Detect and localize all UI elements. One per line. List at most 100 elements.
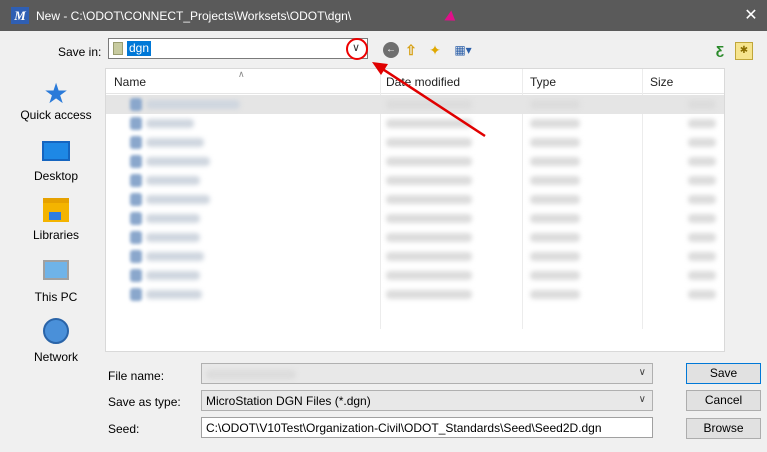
table-row[interactable]	[106, 247, 724, 266]
dgn-file-icon	[130, 231, 142, 244]
blurred-cell	[146, 214, 200, 223]
blurred-cell	[688, 252, 716, 261]
blurred-cell	[146, 252, 204, 261]
place-quick-access[interactable]: ★ Quick access	[8, 80, 104, 123]
blurred-cell	[386, 100, 472, 109]
save-button[interactable]: Save	[686, 363, 761, 384]
place-libraries[interactable]: Libraries	[8, 198, 104, 242]
new-folder-button[interactable]: ✦	[427, 42, 443, 58]
libraries-icon	[43, 198, 69, 222]
blurred-cell	[530, 290, 580, 299]
dgn-file-icon	[130, 117, 142, 130]
annotation-circle	[346, 38, 368, 60]
place-network[interactable]: Network	[8, 318, 104, 364]
table-row[interactable]	[106, 114, 724, 133]
blurred-cell	[146, 119, 194, 128]
up-folder-button[interactable]: ⇧	[403, 42, 419, 58]
place-label: Network	[33, 350, 78, 364]
table-row[interactable]	[106, 133, 724, 152]
this-pc-icon	[43, 260, 69, 280]
blurred-cell	[146, 176, 200, 185]
place-label: Libraries	[32, 228, 80, 242]
blurred-cell	[688, 176, 716, 185]
seed-label: Seed:	[108, 422, 140, 436]
blurred-cell	[146, 233, 200, 242]
blurred-cell	[688, 157, 716, 166]
blurred-cell	[386, 157, 472, 166]
file-name-input[interactable]: ∨	[201, 363, 653, 384]
mouse-cursor-icon	[444, 10, 459, 26]
table-row[interactable]	[106, 190, 724, 209]
column-header-size[interactable]: Size	[650, 75, 673, 89]
place-desktop[interactable]: Desktop	[8, 141, 104, 183]
dgn-file-icon	[130, 250, 142, 263]
column-header-date[interactable]: Date modified	[386, 75, 460, 89]
save-in-value: dgn	[127, 41, 152, 56]
dgn-file-icon	[130, 155, 142, 168]
sort-ascending-icon: ∧	[238, 69, 245, 79]
bentley-icon[interactable]: ƹ	[712, 42, 728, 58]
back-button[interactable]: ←	[383, 42, 399, 58]
blurred-cell	[530, 176, 580, 185]
place-label: Desktop	[33, 169, 79, 183]
close-button[interactable]: ✕	[741, 5, 761, 25]
dgn-file-icon	[130, 269, 142, 282]
blurred-cell	[146, 157, 210, 166]
dgn-file-icon	[130, 193, 142, 206]
blurred-cell	[688, 195, 716, 204]
blurred-cell	[386, 290, 472, 299]
blurred-cell	[688, 290, 716, 299]
blurred-cell	[530, 100, 580, 109]
column-header-type[interactable]: Type	[530, 75, 556, 89]
column-header-name[interactable]: Name	[114, 75, 146, 89]
blurred-cell	[146, 290, 202, 299]
blurred-cell	[386, 176, 472, 185]
blurred-cell	[530, 195, 580, 204]
blurred-cell	[386, 138, 472, 147]
cancel-button[interactable]: Cancel	[686, 390, 761, 411]
blurred-cell	[530, 271, 580, 280]
table-row[interactable]	[106, 228, 724, 247]
place-this-pc[interactable]: This PC	[8, 260, 104, 304]
blurred-cell	[688, 271, 716, 280]
dgn-file-icon	[130, 212, 142, 225]
blurred-cell	[146, 138, 204, 147]
table-row[interactable]	[106, 95, 724, 114]
blurred-cell	[530, 214, 580, 223]
chevron-down-icon[interactable]: ∨	[639, 394, 646, 405]
table-row[interactable]	[106, 171, 724, 190]
blurred-cell	[530, 252, 580, 261]
table-row[interactable]	[106, 266, 724, 285]
blurred-cell	[386, 214, 472, 223]
place-label: Quick access	[20, 108, 92, 122]
table-row[interactable]	[106, 285, 724, 304]
options-icon[interactable]: ✱	[735, 42, 753, 60]
blurred-cell	[386, 271, 472, 280]
file-list[interactable]: ∧ Name Date modified Type Size	[105, 68, 725, 352]
file-name-label: File name:	[108, 369, 165, 383]
microstation-app-icon: M	[11, 7, 29, 24]
save-as-type-label: Save as type:	[108, 395, 181, 409]
blurred-cell	[386, 233, 472, 242]
view-menu-button[interactable]: ▦▾	[451, 42, 475, 58]
place-label: This PC	[34, 290, 78, 304]
file-list-header: ∧ Name Date modified Type Size	[106, 69, 724, 329]
title-bar: M New - C:\ODOT\CONNECT_Projects\Workset…	[0, 0, 767, 31]
save-in-dropdown[interactable]: dgn ∨	[108, 38, 368, 59]
browse-button[interactable]: Browse	[686, 418, 761, 439]
blurred-cell	[146, 100, 240, 109]
blurred-cell	[688, 138, 716, 147]
blurred-cell	[386, 252, 472, 261]
table-row[interactable]	[106, 152, 724, 171]
seed-input[interactable]: C:\ODOT\V10Test\Organization-Civil\ODOT_…	[201, 417, 653, 438]
folder-icon	[113, 42, 123, 55]
table-row[interactable]	[106, 209, 724, 228]
blurred-cell	[688, 119, 716, 128]
blurred-cell	[146, 195, 210, 204]
seed-value: C:\ODOT\V10Test\Organization-Civil\ODOT_…	[206, 421, 602, 435]
chevron-down-icon[interactable]: ∨	[639, 367, 646, 378]
blurred-cell	[146, 271, 200, 280]
save-as-type-select[interactable]: MicroStation DGN Files (*.dgn) ∨	[201, 390, 653, 411]
network-icon	[43, 318, 69, 344]
dgn-file-icon	[130, 98, 142, 111]
